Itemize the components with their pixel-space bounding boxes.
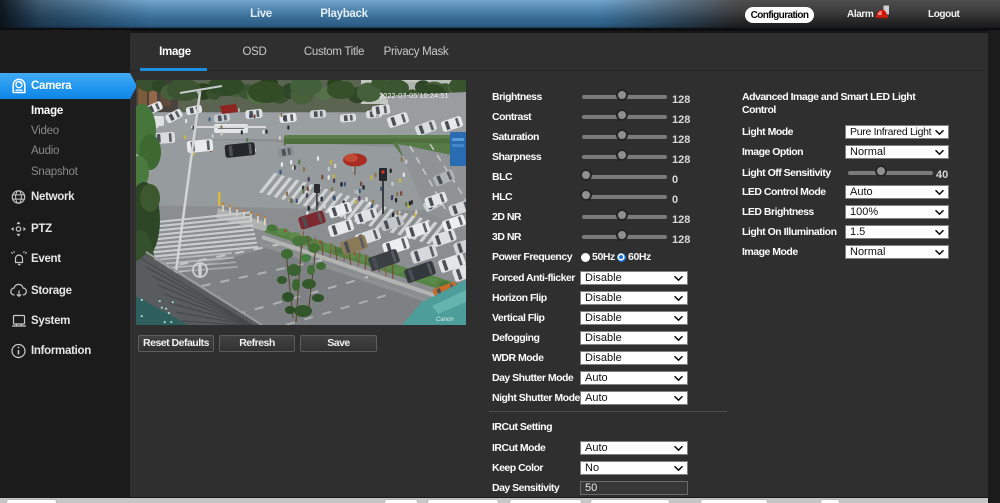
- svg-text:2022-07-05 10:24:51: 2022-07-05 10:24:51: [379, 91, 449, 100]
- svg-text:Canon: Canon: [436, 317, 454, 323]
